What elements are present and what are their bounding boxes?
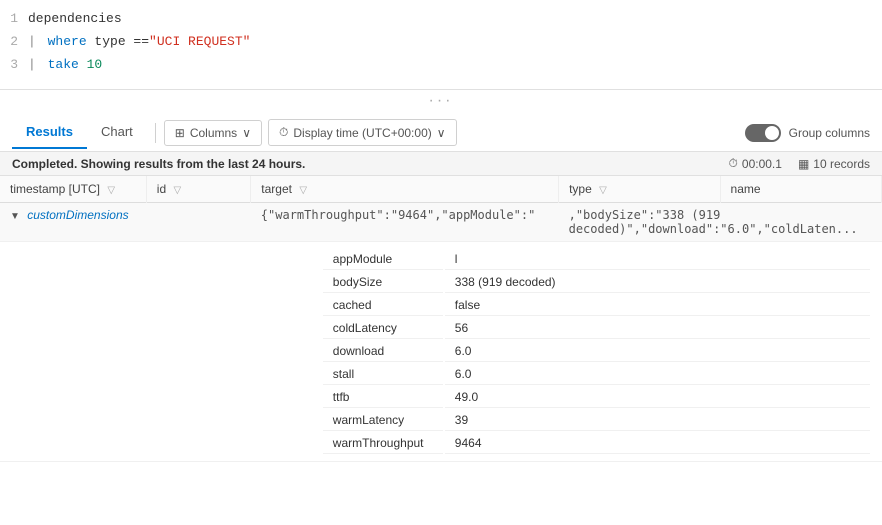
- line-number-3: 3: [0, 55, 28, 76]
- results-toolbar: Results Chart ⊞ Columns ∨ ⏱ Display time…: [0, 114, 882, 152]
- sub-val: 338 (919 decoded): [445, 272, 870, 293]
- custom-dim-label: customDimensions: [27, 208, 128, 222]
- col-header-timestamp[interactable]: timestamp [UTC] ▽: [0, 176, 146, 203]
- sub-key: coldLatency: [323, 318, 443, 339]
- columns-button[interactable]: ⊞ Columns ∨: [164, 120, 262, 146]
- display-time-button[interactable]: ⏱ Display time (UTC+00:00) ∨: [268, 119, 457, 146]
- sub-key: warmThroughput: [323, 433, 443, 454]
- col-header-type-label: type: [569, 182, 592, 196]
- chevron-down-icon: ∨: [242, 126, 251, 140]
- duration-value: 00:00.1: [742, 157, 782, 171]
- sub-table-row: warmLatency39: [323, 410, 870, 431]
- filter-icon-id[interactable]: ▽: [173, 185, 181, 196]
- sub-key: cached: [323, 295, 443, 316]
- code-line-3: 3 | take 10: [0, 54, 882, 77]
- keyword-token-take: take: [48, 55, 79, 76]
- filter-icon-timestamp[interactable]: ▽: [107, 185, 115, 196]
- sub-key: download: [323, 341, 443, 362]
- results-table-container[interactable]: timestamp [UTC] ▽ id ▽ target ▽ type ▽ n…: [0, 176, 882, 462]
- status-bar: Completed. Showing results from the last…: [0, 152, 882, 176]
- code-token: dependencies: [28, 9, 122, 30]
- pipe-token: |: [28, 55, 44, 76]
- status-right: ⏱ 00:00.1 ▦ 10 records: [729, 156, 870, 171]
- sub-key: bodySize: [323, 272, 443, 293]
- pipe-token: |: [28, 32, 44, 53]
- sub-row-appModule: appModulelbodySize338 (919 decoded)cache…: [0, 242, 882, 462]
- sub-table-row: bodySize338 (919 decoded): [323, 272, 870, 293]
- custom-dim-preview: {"warmThroughput":"9464","appModule":": [261, 208, 536, 222]
- code-editor[interactable]: 1 dependencies 2 | where type == "UCI RE…: [0, 0, 882, 90]
- results-table: timestamp [UTC] ▽ id ▽ target ▽ type ▽ n…: [0, 176, 882, 462]
- sub-val: 39: [445, 410, 870, 431]
- duration-item: ⏱ 00:00.1: [729, 156, 782, 171]
- keyword-token-where: where: [48, 32, 87, 53]
- col-header-name-label: name: [731, 182, 761, 196]
- number-token: 10: [79, 55, 102, 76]
- code-token: type ==: [87, 32, 149, 53]
- sub-key: stall: [323, 364, 443, 385]
- sub-indent: [0, 242, 251, 462]
- sub-table-row: appModulel: [323, 249, 870, 270]
- sub-val: 6.0: [445, 341, 870, 362]
- sub-key: appModule: [323, 249, 443, 270]
- sub-table-row: download6.0: [323, 341, 870, 362]
- table-icon: ▦: [798, 157, 809, 171]
- table-header-row: timestamp [UTC] ▽ id ▽ target ▽ type ▽ n…: [0, 176, 882, 203]
- code-line-2: 2 | where type == "UCI REQUEST": [0, 31, 882, 54]
- sub-val: 9464: [445, 433, 870, 454]
- col-header-id[interactable]: id ▽: [146, 176, 251, 203]
- table-row-expanded: ▼ customDimensions {"warmThroughput":"94…: [0, 203, 882, 242]
- col-header-target-label: target: [261, 182, 292, 196]
- col-header-type[interactable]: type ▽: [559, 176, 720, 203]
- col-header-target[interactable]: target ▽: [251, 176, 559, 203]
- tab-chart[interactable]: Chart: [87, 116, 147, 149]
- columns-icon: ⊞: [175, 126, 185, 140]
- records-count: 10 records: [813, 157, 870, 171]
- sub-val: 6.0: [445, 364, 870, 385]
- records-item: ▦ 10 records: [798, 157, 870, 171]
- filter-icon-target[interactable]: ▽: [299, 185, 307, 196]
- sub-table: appModulelbodySize338 (919 decoded)cache…: [321, 247, 872, 456]
- sub-key: ttfb: [323, 387, 443, 408]
- string-token: "UCI REQUEST": [149, 32, 250, 53]
- sub-table-row: cachedfalse: [323, 295, 870, 316]
- group-columns-toggle: Group columns: [745, 124, 870, 142]
- col-header-timestamp-label: timestamp [UTC]: [10, 182, 100, 196]
- expand-cell-left: ▼ customDimensions: [0, 203, 251, 242]
- columns-label: Columns: [190, 126, 237, 140]
- sub-table-row: stall6.0: [323, 364, 870, 385]
- sub-table-row: warmThroughput9464: [323, 433, 870, 454]
- sub-table-row: coldLatency56: [323, 318, 870, 339]
- filter-icon-type[interactable]: ▽: [599, 185, 607, 196]
- line-number-2: 2: [0, 32, 28, 53]
- ellipsis-separator: ···: [0, 90, 882, 114]
- expand-icon[interactable]: ▼: [10, 211, 20, 222]
- sub-val: 49.0: [445, 387, 870, 408]
- col-header-id-label: id: [157, 182, 166, 196]
- custom-dim-overflow-text: ,"bodySize":"338 (919 decoded)","downloa…: [569, 208, 858, 236]
- line-number-1: 1: [0, 9, 28, 30]
- clock-icon-small: ⏱: [729, 156, 738, 171]
- sub-val: l: [445, 249, 870, 270]
- group-columns-label: Group columns: [789, 126, 870, 140]
- sub-val: 56: [445, 318, 870, 339]
- sub-content: appModulelbodySize338 (919 decoded)cache…: [251, 242, 882, 462]
- expand-cell-value: {"warmThroughput":"9464","appModule":": [251, 203, 559, 242]
- group-columns-switch[interactable]: [745, 124, 781, 142]
- display-time-label: Display time (UTC+00:00): [293, 126, 431, 140]
- sub-val: false: [445, 295, 870, 316]
- col-header-name[interactable]: name: [720, 176, 881, 203]
- sub-table-row: ttfb49.0: [323, 387, 870, 408]
- sub-key: warmLatency: [323, 410, 443, 431]
- expand-cell-overflow: ,"bodySize":"338 (919 decoded)","downloa…: [559, 203, 882, 242]
- status-message: Completed. Showing results from the last…: [12, 157, 305, 171]
- chevron-down-icon-2: ∨: [437, 126, 446, 140]
- code-line-1: 1 dependencies: [0, 8, 882, 31]
- clock-icon: ⏱: [279, 125, 288, 140]
- toolbar-divider: [155, 123, 156, 143]
- tab-results[interactable]: Results: [12, 116, 87, 149]
